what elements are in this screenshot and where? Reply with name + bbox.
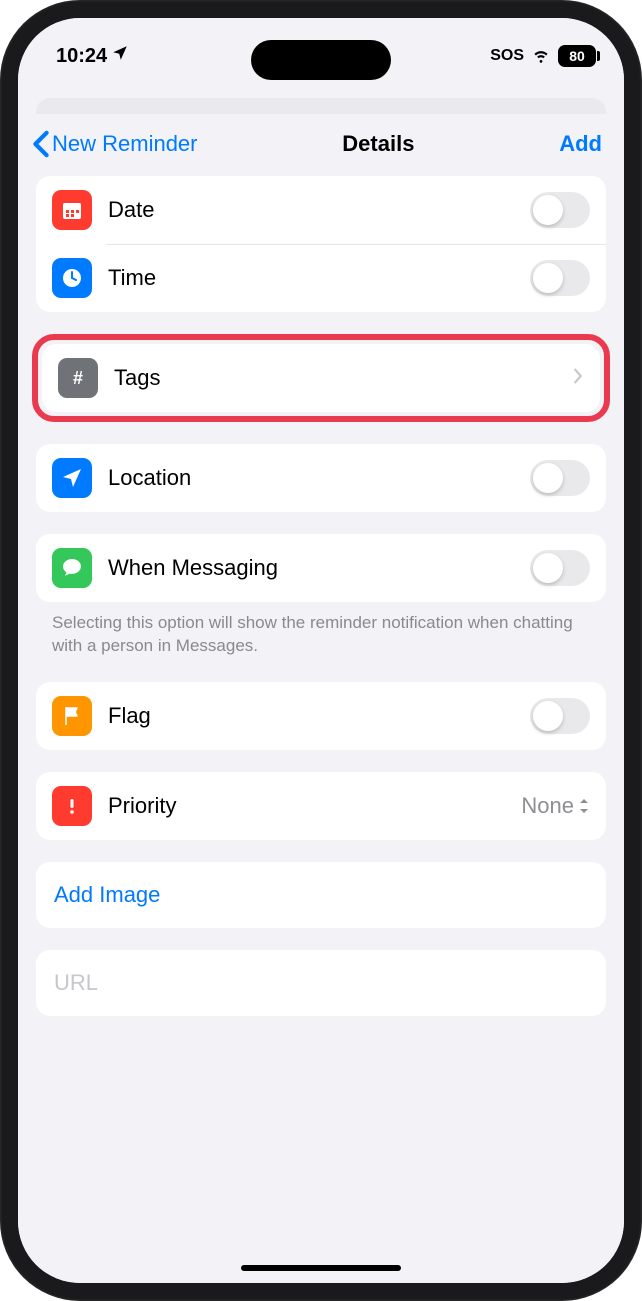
- location-label: Location: [108, 465, 514, 491]
- time-label: Time: [108, 265, 514, 291]
- status-right: SOS 80: [490, 43, 596, 70]
- battery-level: 80: [558, 45, 596, 67]
- nav-title: Details: [342, 131, 414, 157]
- url-field[interactable]: URL: [36, 950, 606, 1016]
- battery-icon: 80: [558, 45, 596, 67]
- back-button[interactable]: New Reminder: [32, 130, 198, 158]
- tags-group: # Tags: [42, 344, 600, 412]
- messaging-group: When Messaging: [36, 534, 606, 602]
- home-indicator: [241, 1265, 401, 1271]
- flag-group: Flag: [36, 682, 606, 750]
- add-button[interactable]: Add: [559, 131, 602, 157]
- location-icon: [52, 458, 92, 498]
- priority-row[interactable]: Priority None: [36, 772, 606, 840]
- dynamic-island: [251, 40, 391, 80]
- location-group: Location: [36, 444, 606, 512]
- tags-row[interactable]: # Tags: [42, 344, 600, 412]
- status-left: 10:24: [56, 44, 129, 68]
- date-label: Date: [108, 197, 514, 223]
- flag-row[interactable]: Flag: [36, 682, 606, 750]
- messaging-footer: Selecting this option will show the remi…: [18, 610, 624, 658]
- messaging-row[interactable]: When Messaging: [36, 534, 606, 602]
- up-down-icon: [578, 797, 590, 815]
- url-group: URL: [36, 950, 606, 1016]
- back-label: New Reminder: [52, 131, 198, 157]
- location-arrow-icon: [111, 44, 129, 68]
- messaging-label: When Messaging: [108, 555, 514, 581]
- wifi-icon: [530, 43, 552, 70]
- tags-highlight: # Tags: [32, 334, 610, 422]
- priority-value-text: None: [521, 793, 574, 819]
- datetime-group: Date Time: [36, 176, 606, 312]
- svg-text:#: #: [73, 368, 83, 388]
- sos-label: SOS: [490, 47, 524, 65]
- nav-bar: New Reminder Details Add: [18, 114, 624, 176]
- message-icon: [52, 548, 92, 588]
- flag-label: Flag: [108, 703, 514, 729]
- priority-value: None: [521, 793, 590, 819]
- priority-label: Priority: [108, 793, 505, 819]
- exclamation-icon: [52, 786, 92, 826]
- time-toggle[interactable]: [530, 260, 590, 296]
- clock-icon: [52, 258, 92, 298]
- status-time: 10:24: [56, 45, 107, 68]
- date-toggle[interactable]: [530, 192, 590, 228]
- time-row[interactable]: Time: [36, 244, 606, 312]
- location-row[interactable]: Location: [36, 444, 606, 512]
- date-row[interactable]: Date: [36, 176, 606, 244]
- add-image-button[interactable]: Add Image: [36, 862, 606, 928]
- messaging-toggle[interactable]: [530, 550, 590, 586]
- flag-icon: [52, 696, 92, 736]
- location-toggle[interactable]: [530, 460, 590, 496]
- flag-toggle[interactable]: [530, 698, 590, 734]
- calendar-icon: [52, 190, 92, 230]
- device-screen: 10:24 SOS 80 New Reminder: [18, 18, 624, 1283]
- chevron-right-icon: [572, 367, 584, 390]
- hashtag-icon: #: [58, 358, 98, 398]
- priority-group: Priority None: [36, 772, 606, 840]
- details-sheet: New Reminder Details Add Date: [18, 114, 624, 1283]
- tags-label: Tags: [114, 365, 556, 391]
- add-image-group: Add Image: [36, 862, 606, 928]
- device-frame: 10:24 SOS 80 New Reminder: [0, 0, 642, 1301]
